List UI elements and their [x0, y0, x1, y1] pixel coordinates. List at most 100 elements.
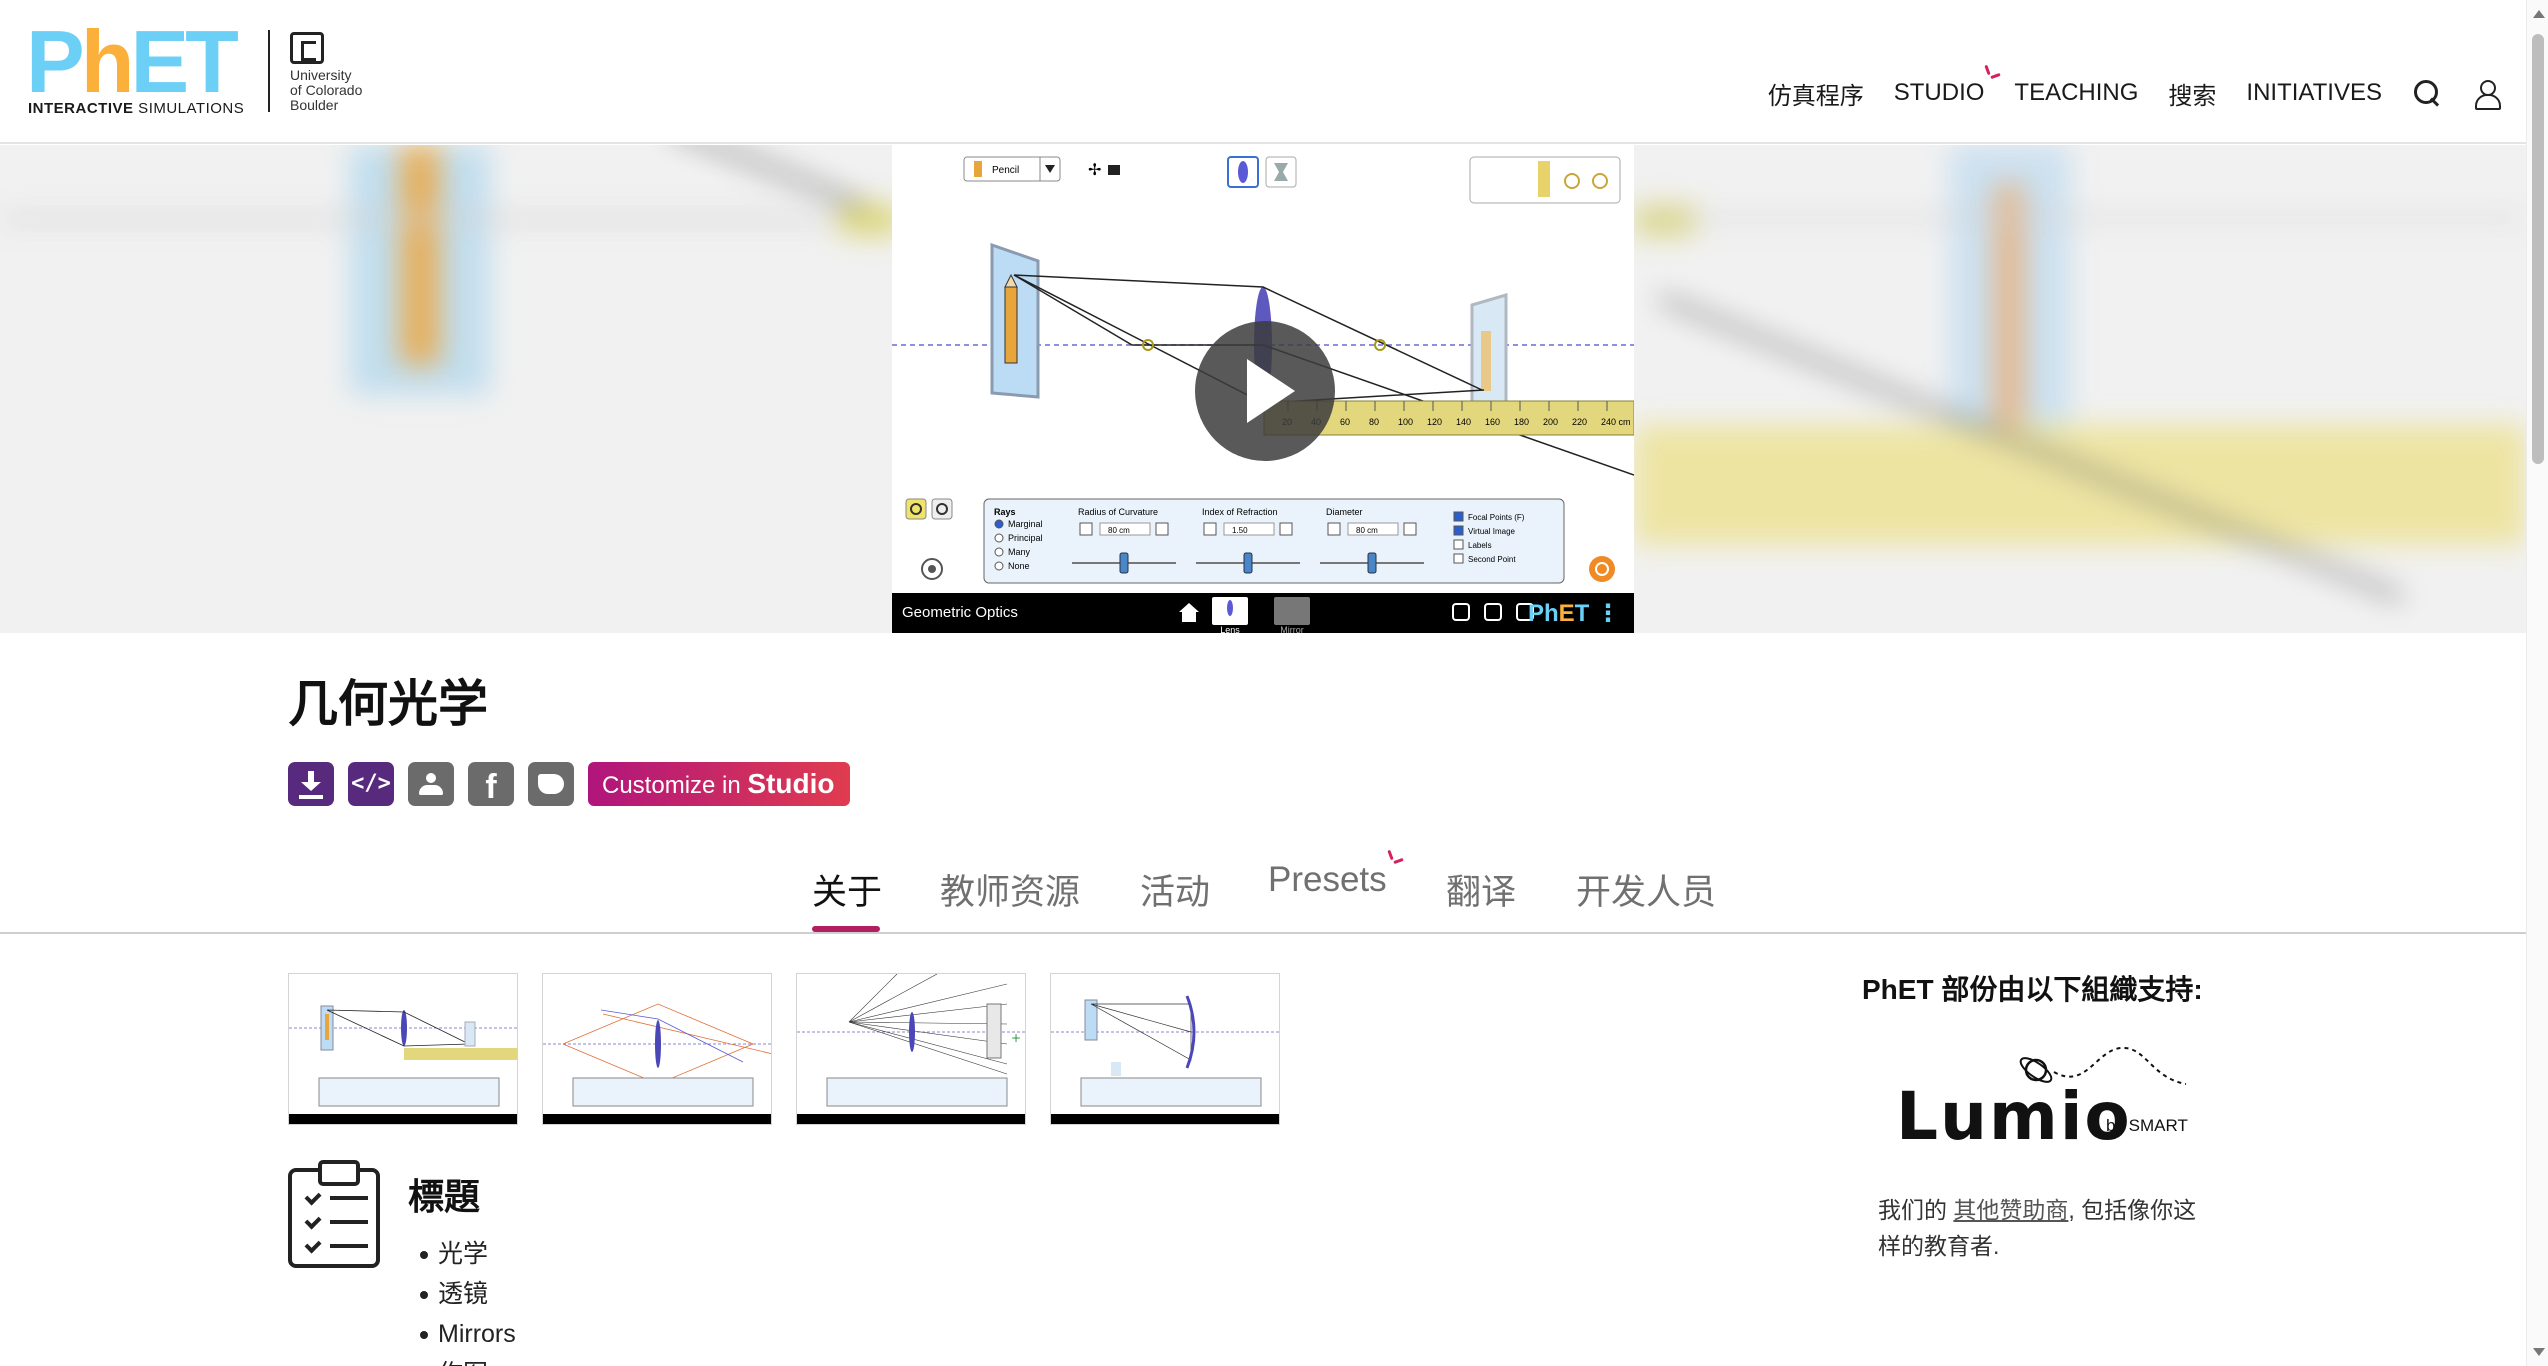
logo-divider — [268, 30, 270, 112]
ruler-tick-label: 140 — [1456, 417, 1471, 427]
screen-mirror-label: Mirror — [1280, 625, 1304, 633]
home-icon[interactable] — [1178, 603, 1200, 623]
user-icon[interactable] — [2472, 78, 2502, 110]
sim-navigation-bar: Geometric Optics Lens Mirror PhET ⋮ — [892, 593, 1634, 633]
ruler-tick-label: 60 — [1340, 417, 1350, 427]
lumio-logo[interactable]: Lumio by SMART — [1896, 1040, 2196, 1155]
decrement-arrow-icon[interactable] — [1079, 522, 1093, 536]
sim-phet-menu[interactable]: PhET ⋮ — [1528, 599, 1620, 628]
search-icon[interactable] — [2412, 78, 2442, 108]
topic-item: Mirrors — [418, 1314, 516, 1354]
page-scrollbar[interactable] — [2526, 0, 2548, 1366]
control-label: Index of Refraction — [1202, 507, 1278, 517]
ruler-tick-label: 160 — [1485, 417, 1500, 427]
ray-radio[interactable] — [994, 519, 1004, 529]
simulation-hero: Pencil ✢ 60 80 100 120 140 160 180 200 2… — [0, 145, 2526, 633]
cu-line-3: Boulder — [290, 97, 339, 113]
nav-studio-label: STUDIO — [1893, 79, 1985, 106]
share-with-class-button[interactable] — [408, 762, 454, 806]
nav-teaching[interactable]: TEACHING — [2014, 79, 2138, 107]
svg-text:Rays: Rays — [994, 507, 1016, 517]
ruler-tick-label: 220 — [1572, 417, 1587, 427]
simulation-preview[interactable]: Pencil ✢ 60 80 100 120 140 160 180 200 2… — [892, 145, 1634, 633]
content-tabs: 关于 教师资源 活动 Presets 翻译 开发人员 — [0, 849, 2526, 934]
tab-presets[interactable]: Presets — [1268, 849, 1404, 900]
topics-list: 光学 透镜 Mirrors 作图 — [418, 1234, 516, 1366]
scroll-thumb[interactable] — [2532, 34, 2544, 464]
control-value: 1.50 — [1232, 526, 1248, 535]
play-video-button[interactable] — [1195, 321, 1335, 461]
ruler-tick-label: 100 — [1398, 417, 1413, 427]
screenshot-thumbnail[interactable] — [1050, 973, 1280, 1125]
ray-option-label: Principal — [1008, 533, 1043, 543]
cu-boulder-logo[interactable]: University of Colorado Boulder — [290, 32, 400, 113]
screen-lens-button[interactable]: Lens — [1212, 597, 1248, 633]
checkbox[interactable] — [1453, 511, 1464, 522]
screenshot-gallery: + — [288, 973, 1280, 1125]
increment-arrow-icon[interactable] — [1279, 522, 1293, 536]
sim-object-select: Pencil — [992, 165, 1019, 176]
screen-mirror-button[interactable]: Mirror — [1274, 597, 1310, 633]
settings-icon[interactable] — [1452, 603, 1470, 621]
topic-item: 透镜 — [418, 1274, 516, 1314]
nav-simulations[interactable]: 仿真程序 — [1768, 76, 1864, 111]
screen-lens-label: Lens — [1220, 625, 1240, 633]
active-tab-indicator — [812, 926, 880, 932]
other-sponsors-link[interactable]: 其他赞助商 — [1953, 1197, 2068, 1223]
ray-radio[interactable] — [994, 561, 1004, 571]
cu-line-2: of Colorado — [290, 82, 363, 98]
control-label: Radius of Curvature — [1078, 507, 1158, 517]
facebook-share-button[interactable]: f — [468, 762, 514, 806]
tab-activities[interactable]: 活动 — [1140, 864, 1210, 915]
decrement-arrow-icon[interactable] — [1203, 522, 1217, 536]
svg-text:+: + — [1011, 1031, 1021, 1045]
nav-studio[interactable]: STUDIO — [1893, 64, 2002, 107]
checkbox[interactable] — [1453, 525, 1464, 536]
checkbox[interactable] — [1453, 553, 1464, 564]
customize-in-studio-button[interactable]: Customize in Studio — [588, 762, 851, 806]
ray-radio[interactable] — [994, 547, 1004, 557]
lumio-wordmark: Lumio — [1896, 1078, 2132, 1155]
ruler-tick-label: 180 — [1514, 417, 1529, 427]
clipboard-checklist-icon — [288, 1160, 380, 1268]
twitter-share-button[interactable] — [528, 762, 574, 806]
control-value: 80 cm — [1108, 526, 1130, 535]
slider-thumb[interactable] — [1243, 552, 1253, 574]
topic-item: 光学 — [418, 1234, 516, 1274]
nav-search[interactable]: 搜索 — [2168, 76, 2216, 111]
screenshot-thumbnail[interactable]: + — [796, 973, 1026, 1125]
nav-initiatives[interactable]: INITIATIVES — [2246, 79, 2382, 107]
control-value: 80 cm — [1356, 526, 1378, 535]
scroll-down-arrow-icon[interactable] — [2533, 1348, 2545, 1356]
tab-about[interactable]: 关于 — [812, 864, 882, 915]
sparkle-icon — [1387, 849, 1405, 868]
ray-radio[interactable] — [994, 533, 1004, 543]
tab-developers[interactable]: 开发人员 — [1576, 864, 1716, 915]
scroll-up-arrow-icon[interactable] — [2533, 10, 2545, 18]
embed-code-button[interactable]: </> — [348, 762, 394, 806]
checkbox-label: Second Point — [1468, 555, 1516, 564]
phet-wordmark: PhET INTERACTIVE SIMULATIONS — [26, 12, 246, 118]
page-title: 几何光学 — [288, 676, 488, 732]
slider-thumb[interactable] — [1119, 552, 1129, 574]
ray-option-label: Many — [1008, 547, 1031, 557]
screenshot-thumbnail[interactable] — [542, 973, 772, 1125]
sound-icon[interactable] — [1484, 603, 1502, 621]
download-button[interactable] — [288, 762, 334, 806]
screenshot-thumbnail[interactable] — [288, 973, 518, 1125]
checkbox-label: Virtual Image — [1468, 527, 1516, 536]
lumio-by-smart: by SMART — [2106, 1116, 2188, 1135]
tab-teacher-resources[interactable]: 教师资源 — [940, 864, 1080, 915]
slider-thumb[interactable] — [1367, 552, 1377, 574]
decrement-arrow-icon[interactable] — [1327, 522, 1341, 536]
increment-arrow-icon[interactable] — [1155, 522, 1169, 536]
studio-button-prefix: Customize in — [602, 772, 748, 799]
phet-logo-subtitle: INTERACTIVE SIMULATIONS — [28, 100, 245, 117]
tab-translations[interactable]: 翻译 — [1446, 864, 1516, 915]
checkbox[interactable] — [1453, 539, 1464, 550]
phet-logo[interactable]: PhET INTERACTIVE SIMULATIONS University … — [26, 12, 400, 122]
phet-logo-letters: PhET — [26, 12, 239, 111]
ruler-tick-label: 240 cm — [1601, 417, 1631, 427]
increment-arrow-icon[interactable] — [1403, 522, 1417, 536]
studio-button-brand: Studio — [747, 768, 835, 799]
